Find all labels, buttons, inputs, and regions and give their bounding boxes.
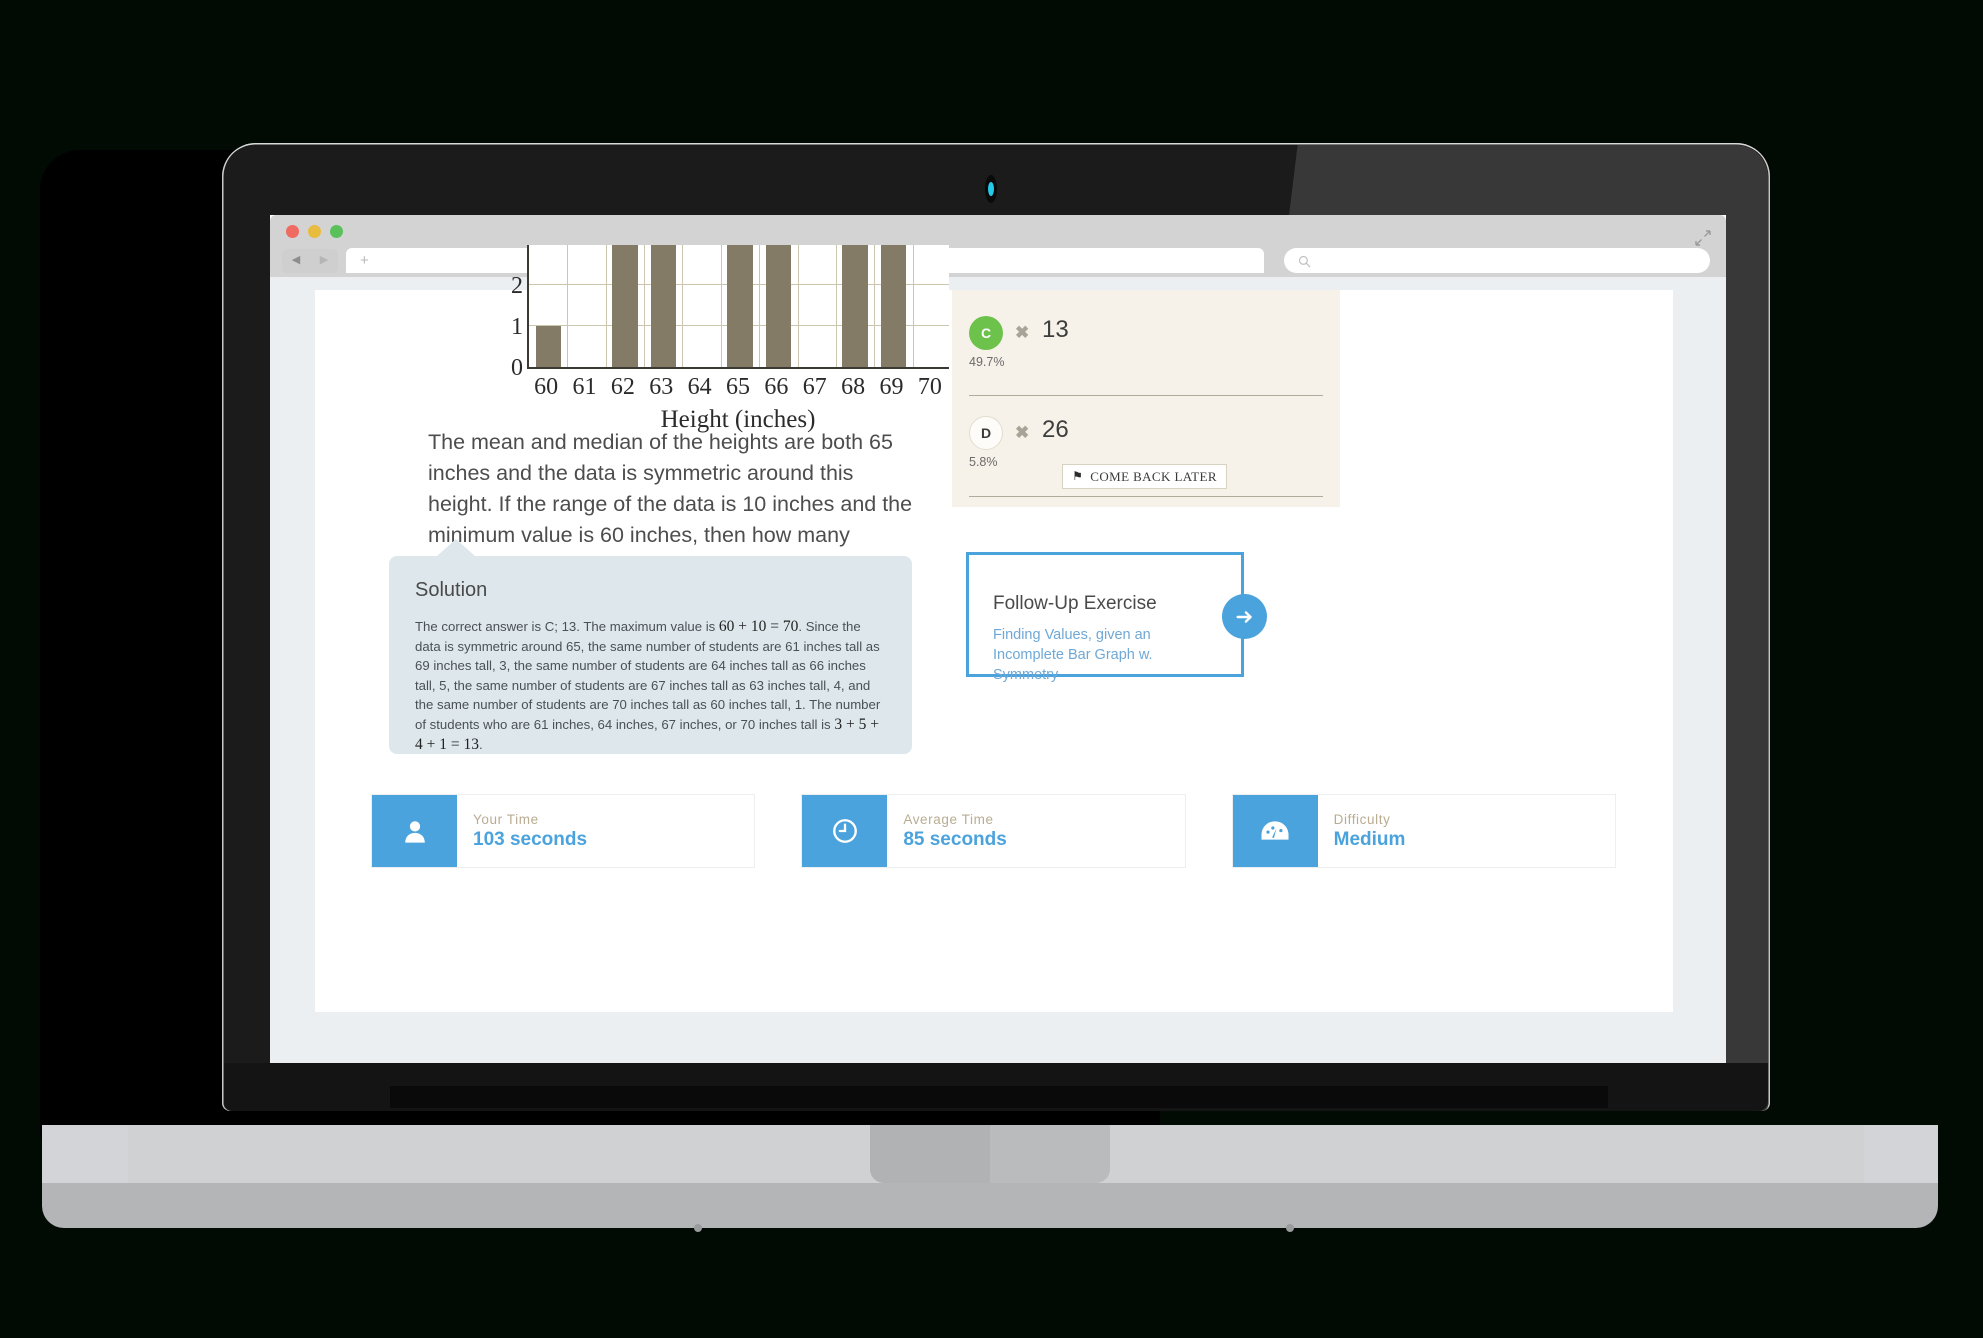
page-viewport: 012 60 61 62 63 64 65 66 67 68 69 70 Height (inche…: [270, 245, 1726, 1085]
minimize-icon[interactable]: [308, 225, 321, 238]
chart-y-tick-label: 1: [511, 314, 523, 340]
math-expression: 60 + 10 = 70: [718, 618, 799, 635]
chart-bar: [765, 245, 792, 367]
chart-x-tick-label: 70: [917, 374, 942, 400]
stat-card-average-time: Average Time 85 seconds: [801, 794, 1186, 868]
chart-gridline: [835, 245, 837, 367]
stat-label: Difficulty: [1333, 811, 1391, 827]
user-icon: [372, 795, 457, 867]
close-icon[interactable]: [286, 225, 299, 238]
back-icon[interactable]: ◀: [292, 255, 300, 266]
stats-row: Your Time 103 seconds Average Time 85 se…: [371, 794, 1616, 868]
chart-y-tick-label: 0: [511, 355, 523, 381]
arrow-right-icon[interactable]: [1222, 594, 1267, 639]
browser-toolbar: ◀ ▶ +: [270, 244, 1726, 277]
chart-gridline: [605, 245, 607, 367]
answer-value: 26: [1042, 416, 1069, 443]
forward-icon[interactable]: ▶: [320, 255, 328, 266]
chart-gridline: [797, 245, 799, 367]
chart-gridline: [567, 245, 569, 367]
chart-gridline: [720, 245, 722, 367]
stat-card-difficulty: Difficulty Medium: [1231, 794, 1616, 868]
search-input[interactable]: [1284, 248, 1710, 273]
stat-value: 103 seconds: [473, 828, 588, 850]
browser-window: ◀ ▶ + 0 1 2 60 61 62 63 64 65 66 67 68 6…: [270, 215, 1726, 1085]
answer-letter-badge[interactable]: C: [969, 316, 1003, 350]
new-tab-icon[interactable]: +: [360, 253, 369, 268]
stat-label: Your Time: [473, 811, 539, 827]
browser-title-bar: ◀ ▶ +: [270, 215, 1726, 277]
chart-gridline: [912, 245, 914, 367]
stat-value: Medium: [1333, 828, 1406, 850]
stat-body: Difficulty Medium: [1318, 795, 1615, 867]
chart-bar: [650, 245, 676, 367]
answer-divider: [969, 395, 1323, 396]
come-back-later-button[interactable]: ⚑ COME BACK LATER: [1062, 464, 1227, 489]
chart-bar: [535, 326, 561, 367]
chart-y-tick-label: 2: [511, 273, 523, 299]
solution-text-run: . Since the data is symmetric around 65,…: [415, 619, 881, 732]
webcam-lens-icon: [988, 182, 994, 196]
incorrect-x-icon: ✖: [1015, 323, 1030, 342]
solution-panel: Solution The correct answer is C; 13. Th…: [389, 539, 912, 754]
clock-icon: [802, 795, 888, 867]
stat-card-your-time: Your Time 103 seconds: [371, 794, 756, 868]
search-icon: [1298, 255, 1311, 267]
laptop-base-bottom: [42, 1183, 1938, 1228]
laptop-trackpad-notch-shadow: [870, 1125, 990, 1183]
answer-divider: [969, 496, 1323, 497]
maximize-icon[interactable]: [330, 225, 343, 238]
chart-bar: [880, 245, 907, 367]
chart-y-axis: 0 1 2: [493, 245, 523, 380]
flag-icon: ⚑: [1072, 469, 1084, 483]
solution-text-run: The correct answer is C; 13. The maximum…: [415, 619, 719, 634]
answer-percent: 5.8%: [969, 455, 998, 469]
stat-body: Your Time 103 seconds: [457, 795, 754, 867]
exercise-card: 012 60 61 62 63 64 65 66 67 68 69 70 Height (inche…: [315, 245, 1673, 1012]
chart-gridline: [874, 245, 876, 367]
stat-label: Average Time: [903, 811, 994, 827]
stat-body: Average Time 85 seconds: [887, 795, 1184, 867]
laptop-foot: [1286, 1224, 1294, 1232]
solution-text-run: .: [478, 736, 483, 752]
answer-letter-badge[interactable]: D: [969, 416, 1003, 450]
chart-plot-area: [527, 245, 949, 369]
answer-value: 13: [1042, 316, 1069, 343]
chart-gridline: [759, 245, 761, 367]
window-controls[interactable]: [286, 225, 343, 238]
answer-choices-panel: C ✖ 13 49.7% D ✖ 26 5.8% ⚑ COME BACK LAT…: [952, 290, 1340, 507]
follow-up-subtitle[interactable]: Finding Values, given an Incomplete Bar …: [993, 625, 1208, 685]
bar-chart: 012 60 61 62 63 64 65 66 67 68 69 70 Height (inche…: [473, 245, 963, 433]
chart-gridline: [682, 245, 684, 367]
answer-percent: 49.7%: [969, 355, 1005, 369]
follow-up-title: Follow-Up Exercise: [993, 593, 1157, 614]
incorrect-x-icon: ✖: [1015, 423, 1030, 442]
gauge-icon: [1232, 795, 1318, 867]
chart-gridline: [644, 245, 646, 367]
come-back-later-label: COME BACK LATER: [1090, 468, 1217, 484]
follow-up-exercise-card[interactable]: Follow-Up Exercise Finding Values, given…: [966, 552, 1267, 683]
chart-bar: [842, 245, 868, 367]
laptop-hinge: [390, 1086, 1608, 1108]
chart-bar: [727, 245, 753, 367]
chart-bar: [612, 245, 638, 367]
laptop-foot: [694, 1224, 702, 1232]
nav-buttons[interactable]: ◀ ▶: [282, 248, 338, 273]
solution-heading: Solution: [415, 579, 488, 601]
stat-value: 85 seconds: [903, 828, 1007, 850]
solution-body: The correct answer is C; 13. The maximum…: [415, 617, 887, 754]
screenshot-stage: ◀ ▶ + 0 1 2 60 61 62 63 64 65 66 67 68 6…: [0, 0, 1983, 1338]
